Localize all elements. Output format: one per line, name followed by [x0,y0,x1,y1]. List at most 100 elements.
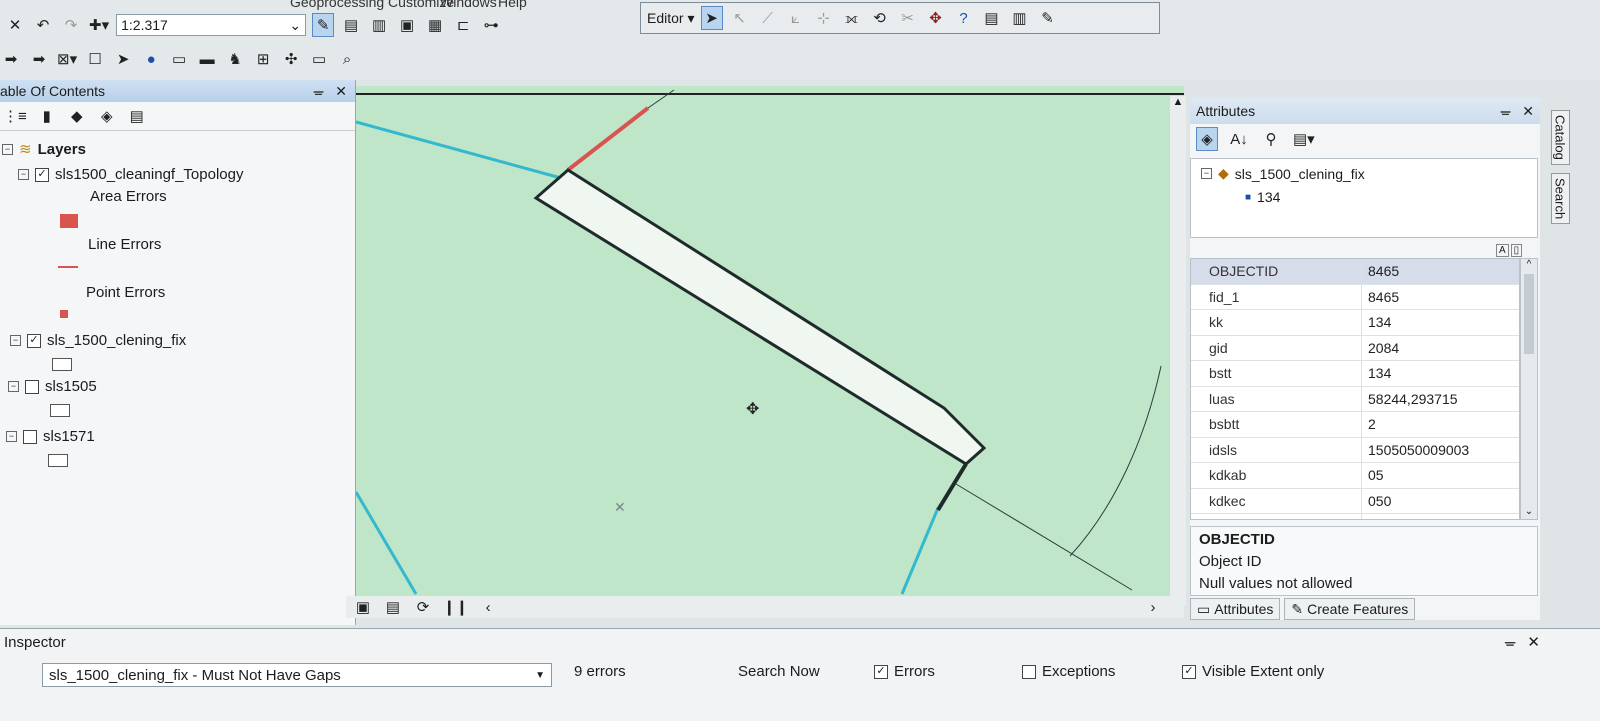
grid-row[interactable]: kdkab 05 [1191,463,1519,489]
grid-row[interactable]: bsbtt 2 [1191,412,1519,438]
edit-annotation-icon[interactable]: ↖ [729,6,751,30]
identify-icon[interactable]: ● [140,47,162,71]
menu-clipped[interactable]: Geoprocessing Customize [290,0,454,10]
flow-icon[interactable]: ⊶ [480,13,502,37]
layer-visibility-checkbox[interactable] [25,379,39,394]
layer-visibility-checkbox[interactable] [23,429,37,444]
grid-row[interactable]: gid 2084 [1191,335,1519,361]
polygon-symbol[interactable] [50,404,70,417]
scroll-right-icon[interactable]: › [1142,595,1164,619]
errors-filter[interactable]: ✓ Errors [874,663,935,680]
grid-row[interactable]: idsls 1505050009003 [1191,437,1519,463]
forward-icon[interactable]: ➡ [28,47,50,71]
pause-drawing-icon[interactable]: ❙❙ [442,595,469,619]
select-elements-icon[interactable]: ➤ [112,47,134,71]
collapse-icon[interactable]: − [2,143,13,155]
pin-icon[interactable]: ᚚ [1501,103,1511,119]
find-route-icon[interactable]: ⊞ [252,47,274,71]
collapse-icon[interactable]: − [8,381,19,392]
field-value[interactable]: 8465 [1361,259,1519,284]
scale-combo[interactable]: 1:2.317 ⌄ [116,14,307,36]
toc-layers-root[interactable]: − ≋ Layers [2,140,86,158]
point-icon[interactable]: ⊹ [813,6,835,30]
split-view-icon[interactable]: ▯ [1510,244,1523,257]
collapse-icon[interactable]: − [6,431,17,442]
add-data-icon[interactable]: ✚▾ [88,13,110,37]
menu-help[interactable]: Help [498,0,527,10]
help-icon[interactable]: ? [953,6,975,30]
list-by-drawing-order-icon[interactable]: ⋮≡ [2,104,28,128]
rotate-icon[interactable]: ⟲ [869,6,891,30]
sort-az-icon[interactable]: A [1496,244,1509,257]
clear-selection-icon[interactable]: ☐ [84,47,106,71]
straight-segment-icon[interactable]: ⟋ [757,6,779,30]
grid-row[interactable]: fid_1 8465 [1191,284,1519,310]
catalog-icon[interactable]: ▥ [368,13,390,37]
toc-layer-topology[interactable]: − ✓ sls1500_cleaningf_Topology [18,166,243,183]
pin-icon[interactable]: ᚚ [1505,634,1515,651]
model-builder-icon[interactable]: ⊏ [452,13,474,37]
toc-layer-sls1571[interactable]: − sls1571 [6,428,95,445]
visible-extent-filter[interactable]: ✓ Visible Extent only [1182,663,1324,680]
field-value[interactable]: 134 [1361,361,1519,386]
measure-icon[interactable]: ▬ [196,47,218,71]
python-icon[interactable]: ▦ [424,13,446,37]
tab-catalog[interactable]: Catalog [1550,110,1570,165]
sort-ascending-icon[interactable]: A↓ [1228,127,1250,151]
field-value[interactable]: 8465 [1361,284,1519,309]
move-icon[interactable]: ✥ [925,6,947,30]
toc-layer-sls1505[interactable]: − sls1505 [8,378,97,395]
pin-icon[interactable]: ᚚ [314,83,324,99]
delete-icon[interactable]: ✕ [4,13,26,37]
field-value[interactable]: 58244,293715 [1361,386,1519,411]
scroll-thumb[interactable] [1524,274,1534,354]
tab-create-features[interactable]: ✎ Create Features [1284,598,1416,620]
grid-row[interactable]: kdkec 050 [1191,488,1519,514]
selected-polygon-feature[interactable] [533,168,987,466]
layout-view-icon[interactable]: ▤ [382,595,404,619]
close-icon[interactable]: ✕ [1522,103,1534,119]
tab-search[interactable]: Search [1550,172,1570,225]
polygon-symbol[interactable] [48,454,68,467]
redo-icon[interactable]: ↷ [60,13,82,37]
map-canvas[interactable]: ✥ ✕ [356,86,1184,616]
data-view-icon[interactable]: ▣ [352,595,374,619]
field-value[interactable]: 134 [1361,310,1519,335]
field-value[interactable]: 2084 [1361,335,1519,360]
cut-polygon-icon[interactable]: ✂ [897,6,919,30]
find-icon[interactable]: ♞ [224,47,246,71]
tree-feature-node[interactable]: ■ 134 [1245,189,1280,205]
html-popup-icon[interactable]: ▭ [168,47,190,71]
options-menu-icon[interactable]: ▤▾ [1292,127,1316,151]
collapse-icon[interactable]: − [18,169,29,180]
table-icon[interactable]: ▤ [340,13,362,37]
grid-scrollbar[interactable]: ^ ⌄ [1520,258,1538,520]
undo-icon[interactable]: ↶ [32,13,54,37]
list-by-source-icon[interactable]: ▮ [36,104,58,128]
scroll-down-icon[interactable]: ⌄ [1521,506,1537,517]
create-features-icon[interactable]: ✎ [1037,6,1059,30]
rule-dropdown[interactable]: sls_1500_clening_fix - Must Not Have Gap… [42,663,552,687]
menu-windows[interactable]: Windows [440,0,497,10]
layer-visibility-checkbox[interactable]: ✓ [35,167,49,182]
error-marker-icon[interactable]: ✕ [614,500,626,516]
arctoolbox-icon[interactable]: ▣ [396,13,418,37]
exceptions-filter[interactable]: Exceptions [1022,663,1115,680]
field-value[interactable]: 0030 [1361,514,1519,519]
scroll-up-icon[interactable]: ^ [1521,259,1537,270]
editor-toolbar-icon[interactable]: ✎ [312,13,335,37]
list-by-visibility-icon[interactable]: ◆ [66,104,88,128]
attributes-icon[interactable]: ▤ [981,6,1003,30]
grid-row[interactable]: kdsls0030 [1191,514,1519,519]
refresh-icon[interactable]: ⟳ [412,595,434,619]
options-icon[interactable]: ▤ [126,104,148,128]
collapse-icon[interactable]: − [1201,168,1212,179]
layer-visibility-checkbox[interactable]: ✓ [27,333,41,348]
split-icon[interactable]: ⟗ [841,6,863,30]
magnifier-icon[interactable]: ⌕ [336,47,358,71]
layer-filter-icon[interactable]: ◈ [1196,127,1218,151]
select-features-icon[interactable]: ⊠▾ [56,47,78,71]
errors-checkbox[interactable]: ✓ [874,664,888,679]
goto-xy-icon[interactable]: ✣ [280,47,302,71]
map-view[interactable]: ✥ ✕ [356,86,1184,616]
